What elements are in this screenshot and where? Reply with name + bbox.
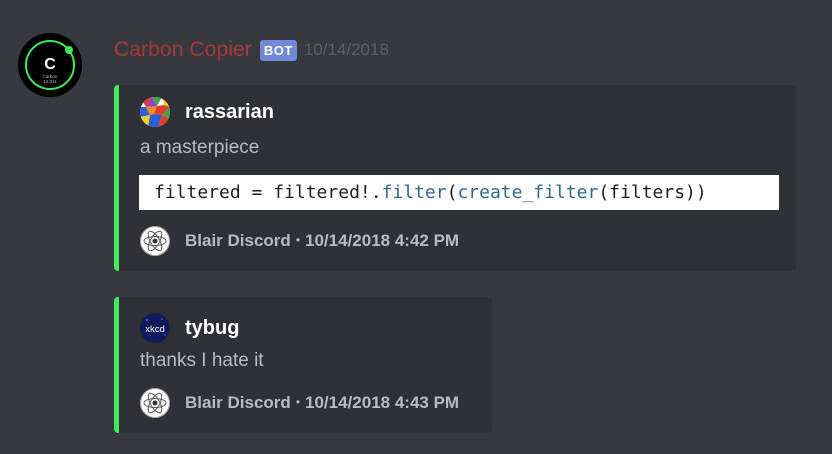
author-username[interactable]: Carbon Copier [114, 38, 252, 62]
embed-author: xkcd tybug [140, 313, 239, 343]
footer-datetime: 10/14/2018 4:43 PM [305, 393, 460, 412]
rubiks-avatar-icon [140, 97, 170, 127]
xkcd-logo-text: xkcd [145, 324, 165, 335]
author-avatar[interactable]: xkcd [140, 313, 170, 343]
code-text: ( [446, 182, 458, 203]
bot-avatar[interactable]: C Carbon 12.011 [18, 33, 82, 97]
footer-datetime: 10/14/2018 4:42 PM [305, 231, 460, 250]
message-header: Carbon Copier BOT 10/14/2018 [114, 36, 389, 64]
code-text: (filters)) [598, 182, 707, 203]
embed-footer: Blair Discord • 10/14/2018 4:42 PM [140, 226, 459, 256]
avatar-letter: C [44, 56, 56, 73]
server-icon [140, 226, 170, 256]
embed-author-name[interactable]: rassarian [185, 101, 274, 124]
code-method: create_filter [457, 182, 599, 203]
embed-author-name[interactable]: tybug [185, 317, 239, 340]
embed-quote-1: rassarian a masterpiece filtered = filte… [114, 85, 796, 271]
avatar-caption-2: 12.011 [43, 79, 57, 84]
chat-view: C Carbon 12.011 Carbon Copier BOT 10/14/… [0, 0, 832, 454]
footer-source: Blair Discord [185, 393, 291, 412]
code-block: filtered = filtered!. filter(create_filte… [139, 175, 779, 210]
bot-badge: BOT [259, 39, 297, 61]
code-method: filter [381, 182, 447, 203]
author-avatar[interactable] [140, 97, 170, 127]
footer-separator: • [295, 395, 301, 409]
footer-separator: • [295, 233, 301, 247]
embed-description: a masterpiece [140, 137, 260, 158]
carbon-element-icon: C Carbon 12.011 [18, 33, 82, 97]
message-timestamp[interactable]: 10/14/2018 [304, 40, 389, 60]
xkcd-avatar-icon: xkcd [140, 313, 170, 343]
embed-footer: Blair Discord • 10/14/2018 4:43 PM [140, 388, 459, 418]
code-text: filtered = filtered!. [154, 182, 382, 203]
atom-icon [140, 388, 170, 418]
embed-description: thanks I hate it [140, 350, 264, 371]
footer-source: Blair Discord [185, 231, 291, 250]
embed-author: rassarian [140, 97, 274, 127]
embed-quote-2: xkcd tybug thanks I hate it Blair Discor… [114, 297, 492, 433]
atom-icon [140, 226, 170, 256]
server-icon [140, 388, 170, 418]
